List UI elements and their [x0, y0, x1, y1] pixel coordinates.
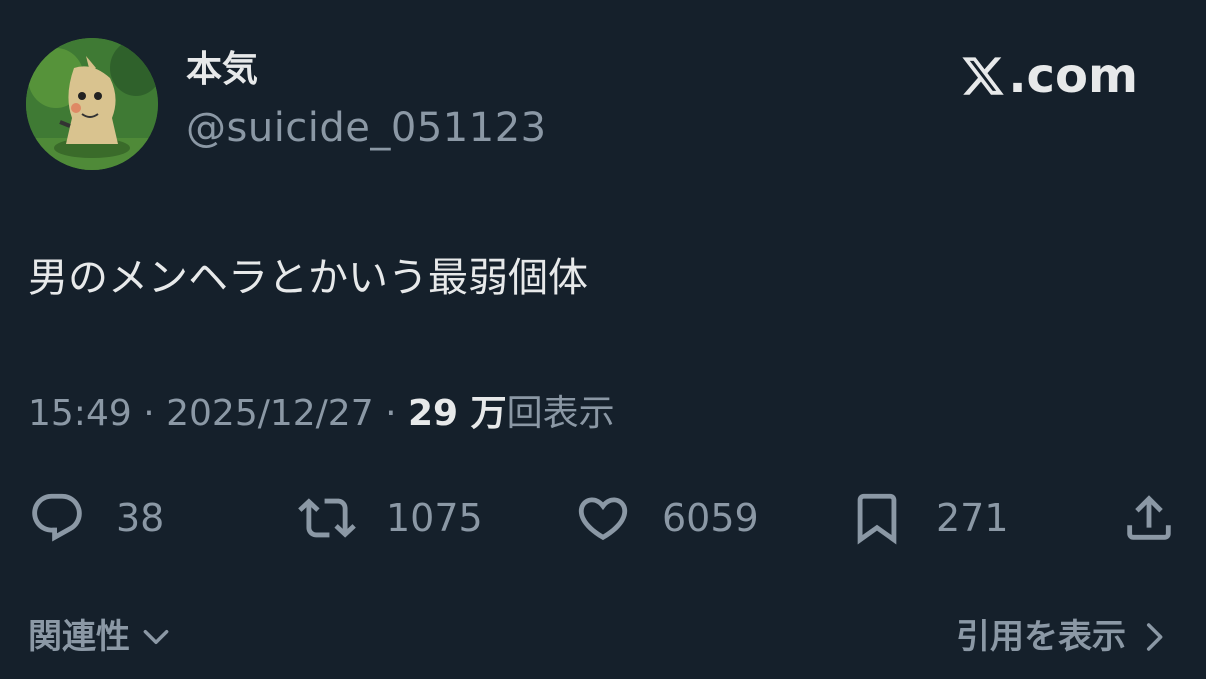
chevron-down-icon — [143, 629, 169, 645]
bookmark-icon — [857, 493, 897, 545]
view-quotes-link[interactable]: 引用を表示 — [956, 620, 1170, 654]
retweet-count: 1075 — [386, 496, 483, 540]
author-display-name[interactable]: 本気 — [186, 52, 258, 88]
share-button[interactable] — [1120, 488, 1178, 548]
mimikyu-avatar-icon — [26, 38, 158, 170]
author-handle[interactable]: @suicide_051123 — [186, 108, 547, 148]
tweet-date[interactable]: 2025/12/27 — [166, 393, 374, 434]
retweet-button[interactable]: 1075 — [298, 488, 483, 548]
related-label: 関連性 — [28, 617, 130, 657]
x-logo-icon — [962, 57, 1005, 95]
bookmark-button[interactable]: 271 — [848, 488, 1009, 548]
like-button[interactable]: 6059 — [574, 488, 759, 548]
action-bar: 38 1075 6059 271 — [0, 488, 1206, 548]
brand-domain: .com — [1008, 48, 1138, 104]
tweet-text: 男のメンヘラとかいう最弱個体 — [28, 255, 588, 301]
reply-button[interactable]: 38 — [28, 488, 164, 548]
tweet-meta: 15:49 · 2025/12/27 · 29 万回表示 — [28, 396, 615, 432]
chevron-right-icon — [1146, 623, 1163, 651]
related-sort-toggle[interactable]: 関連性 — [28, 620, 172, 654]
views-count[interactable]: 29 万 — [408, 393, 507, 434]
meta-separator: · — [385, 393, 397, 434]
quotes-label: 引用を表示 — [956, 617, 1126, 657]
reply-count: 38 — [116, 496, 165, 540]
like-count: 6059 — [662, 496, 759, 540]
bookmark-count: 271 — [936, 496, 1009, 540]
author-avatar[interactable] — [26, 38, 158, 170]
heart-icon — [578, 497, 628, 541]
meta-separator: · — [143, 393, 155, 434]
views-label: 回表示 — [506, 393, 615, 434]
tweet-time[interactable]: 15:49 — [28, 393, 132, 434]
retweet-icon — [298, 498, 356, 538]
brand-logo: .com — [960, 52, 1138, 100]
share-icon — [1127, 495, 1171, 540]
reply-icon — [32, 493, 82, 542]
